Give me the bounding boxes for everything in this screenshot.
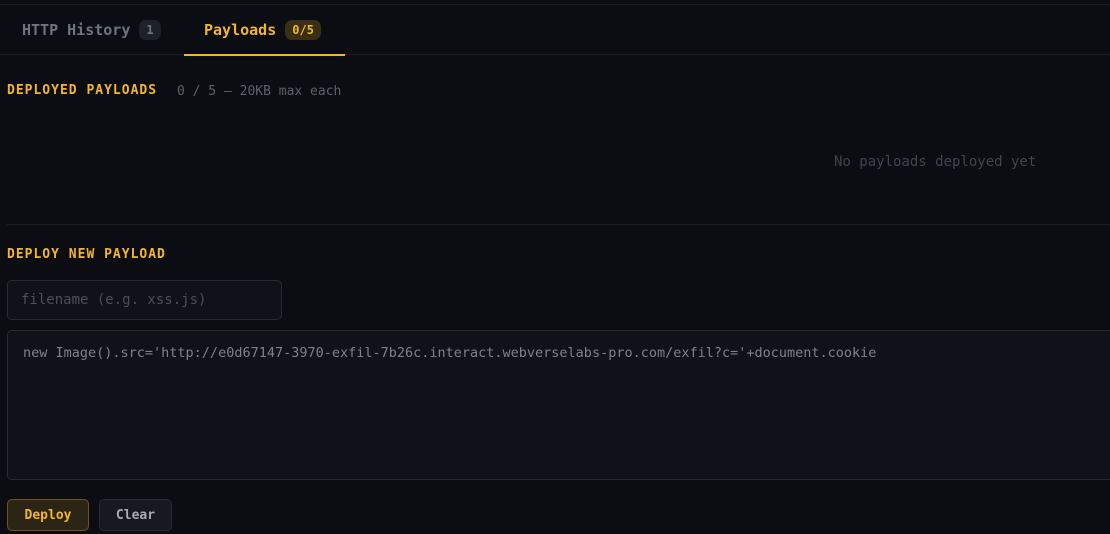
deploy-new-payload-heading: DEPLOY NEW PAYLOAD <box>7 247 166 262</box>
clear-button[interactable]: Clear <box>99 499 172 531</box>
payload-code-editor[interactable]: new Image().src='http://e0d67147-3970-ex… <box>7 330 1110 480</box>
payload-limit-info: 0 / 5 — 20KB max each <box>177 84 342 99</box>
tab-http-history[interactable]: HTTP History 1 <box>22 5 161 55</box>
deployed-payloads-heading: DEPLOYED PAYLOADS <box>7 83 158 98</box>
filename-input[interactable] <box>7 280 282 320</box>
section-divider <box>7 224 1110 225</box>
tab-label: Payloads <box>204 21 277 39</box>
tab-label: HTTP History <box>22 21 131 39</box>
active-tab-indicator <box>184 54 345 56</box>
deploy-button[interactable]: Deploy <box>7 499 89 531</box>
count-badge: 1 <box>139 20 161 40</box>
empty-state-message: No payloads deployed yet <box>834 154 1037 170</box>
tab-payloads[interactable]: Payloads 0/5 <box>184 5 345 56</box>
tab-bar: HTTP History 1 Payloads 0/5 <box>0 5 1110 56</box>
count-badge: 0/5 <box>285 20 321 40</box>
